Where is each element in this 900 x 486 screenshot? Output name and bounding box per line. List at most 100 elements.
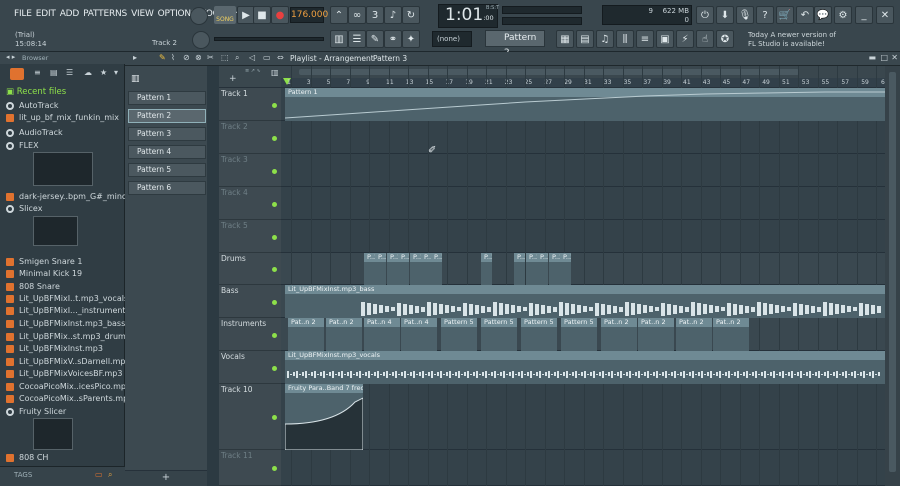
browser-tab-favorites-icon[interactable]: ★ [100,68,107,77]
select-tool-icon[interactable]: ⬚ [221,53,229,62]
blend-notes-icon[interactable]: ♪ [384,6,402,24]
track-header[interactable]: Track 1 [219,88,281,121]
menu-patterns[interactable]: PATTERNS [83,9,127,19]
pattern-item[interactable]: Pattern 4 [128,145,206,159]
browser-item[interactable]: CocoaPicoMix..sParents.mp3 [6,393,133,404]
track-header[interactable]: Instruments [219,318,281,351]
track-header[interactable]: Track 10 [219,384,281,450]
news-panel[interactable]: Today A newer version of FL Studio is av… [748,31,836,49]
mute-tool-icon[interactable]: ⊘ [183,53,190,62]
menu-view[interactable]: VIEW [131,9,154,19]
cart-icon[interactable]: 🛒 [776,6,794,24]
browser-tab-plugins-icon[interactable]: ≡ [34,68,41,77]
browser-tab-samples-icon[interactable]: ☰ [66,68,73,77]
track-header[interactable]: Track 5 [219,220,281,253]
menu-add[interactable]: ADD [60,9,80,19]
recent-files-folder[interactable]: ▣ Recent files [6,87,66,97]
menu-edit[interactable]: EDIT [36,9,56,19]
track-header[interactable]: Vocals [219,351,281,384]
search-icon[interactable]: ⌕ [108,470,112,480]
track-header[interactable]: Track 4 [219,187,281,220]
stop-button[interactable]: ■ [253,6,271,24]
minimize-playlist-icon[interactable]: ▬ [868,53,876,62]
touch-icon[interactable]: ☝ [696,30,714,48]
browser-item[interactable]: Slicex [6,203,42,214]
brush-icon[interactable]: ⌇ [171,53,175,62]
track-led[interactable] [272,415,277,420]
browser-item[interactable]: Lit_UpBFMixI..._instruments [6,305,130,316]
browser-item[interactable]: AudioTrack [6,127,63,138]
browser-item[interactable]: FLEX [6,140,39,151]
track-led[interactable] [272,168,277,174]
browser-item[interactable]: Fruity Slicer [6,406,66,417]
track-header[interactable]: Drums [219,253,281,285]
undo-icon[interactable]: ↶ [796,6,814,24]
link-icon[interactable]: ⚭ [384,30,402,48]
slice-tool-icon[interactable]: ✂ [207,53,214,62]
plugins-icon[interactable]: ⚙ [834,6,852,24]
browser-tab-current-icon[interactable]: ▤ [50,68,58,77]
add-pattern-button[interactable]: + [125,470,207,486]
arrow-lr-icon[interactable]: ⇔ [277,53,284,62]
plug-icon[interactable]: ⚡ [676,30,694,48]
piano-icon[interactable]: ♫ [596,30,614,48]
metronome-icon[interactable]: ⌃ [330,6,348,24]
step-seq-icon[interactable]: ▤ [576,30,594,48]
horizontal-scroll-thumb[interactable] [299,69,799,75]
pattern-item[interactable]: Pattern 1 [128,91,206,105]
pattern-item[interactable]: Pattern 3 [128,127,206,141]
browser-tab-more-icon[interactable]: ▾ [114,68,118,77]
zoom-tool-icon[interactable]: ⌕ [235,53,239,63]
pencil-icon[interactable]: ✎ [159,53,166,62]
track-led[interactable] [272,365,277,371]
wizard-icon[interactable]: ✪ [716,30,734,48]
folder-open-icon[interactable]: ▭ [95,470,103,479]
track-led[interactable] [272,102,277,108]
wave-tool-icon[interactable]: ▥ [271,68,279,77]
audio-export-icon[interactable]: ⬇ [716,6,734,24]
browser-item[interactable]: Lit_UpBFMix..st.mp3_drums [6,331,130,342]
browser-item[interactable]: 808 Snare [6,281,60,292]
track-header[interactable]: Track 2 [219,121,281,154]
browser-item[interactable]: AutoTrack [6,100,59,111]
power-icon[interactable]: ⏻ [696,6,714,24]
browser-arrows-icon[interactable]: ◂ ▸ [6,53,15,61]
minimize-icon[interactable]: _ [855,6,873,24]
add-track-icon[interactable]: + [229,74,237,84]
track-led[interactable] [272,332,277,338]
vertical-scroll-thumb[interactable] [889,72,896,472]
pattern-picker-icon[interactable]: ▥ [131,74,140,84]
tags-label[interactable]: TAGS [14,471,32,479]
browser-item[interactable]: Lit_UpBFMixV..sDarnell.mp3 [6,356,131,367]
track-header[interactable]: Track 11 [219,450,281,486]
song-mode-toggle[interactable]: SONG [214,6,236,24]
pattern-selector[interactable]: Pattern 2 [485,30,545,58]
track-led[interactable] [272,299,277,305]
browser-item[interactable]: 808 CH [6,452,48,463]
channel-icon[interactable]: ≡ [636,30,654,48]
vertical-scrollbar[interactable] [885,66,900,486]
countdown-icon[interactable]: 3 [366,6,384,24]
browser-item[interactable]: Lit_UpBFMixVoicesBF.mp3 [6,368,122,379]
piano-roll-icon[interactable]: ▥ [330,30,348,48]
browser-tab-cloud-icon[interactable]: ☁ [84,68,92,77]
master-pitch-slider[interactable] [214,37,324,41]
track-led[interactable] [272,135,277,141]
browser-item[interactable]: Lit_UpBFMixInst.mp3 [6,343,103,354]
project-icon[interactable]: ▣ [656,30,674,48]
track-led[interactable] [272,267,277,272]
browser-item[interactable]: CocoaPicoMix..icesPico.mp3 [6,381,131,392]
browser-item[interactable]: Smigen Snare 1 [6,256,82,267]
pattern-item[interactable]: Pattern 6 [128,181,206,195]
browser-item[interactable]: lit_up_bf_mix_funkin_mix [6,112,119,123]
browser-item[interactable]: dark-jersey..bpm_G#_minor [6,191,130,202]
track-led[interactable] [272,466,277,471]
playlist-icon[interactable]: ▦ [556,30,574,48]
pattern-item[interactable]: Pattern 2 [128,109,206,123]
track-led[interactable] [272,234,277,240]
main-pitch-knob[interactable] [192,31,210,49]
track-led[interactable] [272,201,277,207]
help-icon[interactable]: ? [756,6,774,24]
ruler-icon[interactable]: ▭ [263,53,271,62]
pattern-item[interactable]: Pattern 5 [128,163,206,177]
